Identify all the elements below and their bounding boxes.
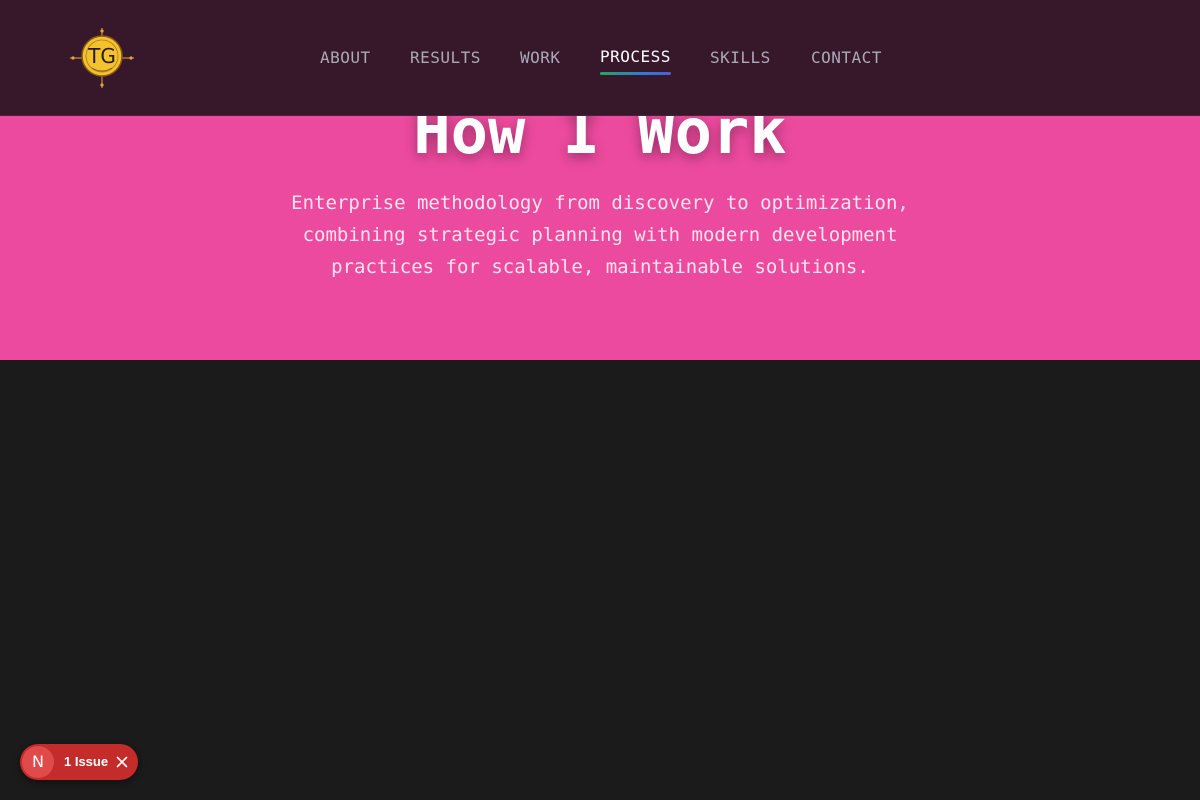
nav-work[interactable]: WORK: [520, 47, 561, 69]
nav-about[interactable]: ABOUT: [320, 47, 371, 69]
nav-results[interactable]: RESULTS: [410, 47, 481, 69]
nextjs-logo-icon[interactable]: N: [22, 746, 54, 778]
issues-count-label[interactable]: 1 Issue: [64, 753, 108, 771]
nav-skills[interactable]: SKILLS: [710, 47, 771, 69]
active-nav-underline: [600, 72, 671, 75]
top-navigation-bar: TG ABOUT RESULTS WORK PROCESS SKILLS CON…: [0, 0, 1200, 116]
nav-process[interactable]: PROCESS: [600, 46, 671, 68]
nav-contact[interactable]: CONTACT: [811, 47, 882, 69]
dev-issues-indicator[interactable]: N 1 Issue: [20, 744, 138, 780]
close-icon[interactable]: [112, 752, 132, 772]
main-nav: ABOUT RESULTS WORK PROCESS SKILLS CONTAC…: [0, 0, 1200, 116]
hero-subtitle: Enterprise methodology from discovery to…: [291, 192, 909, 278]
